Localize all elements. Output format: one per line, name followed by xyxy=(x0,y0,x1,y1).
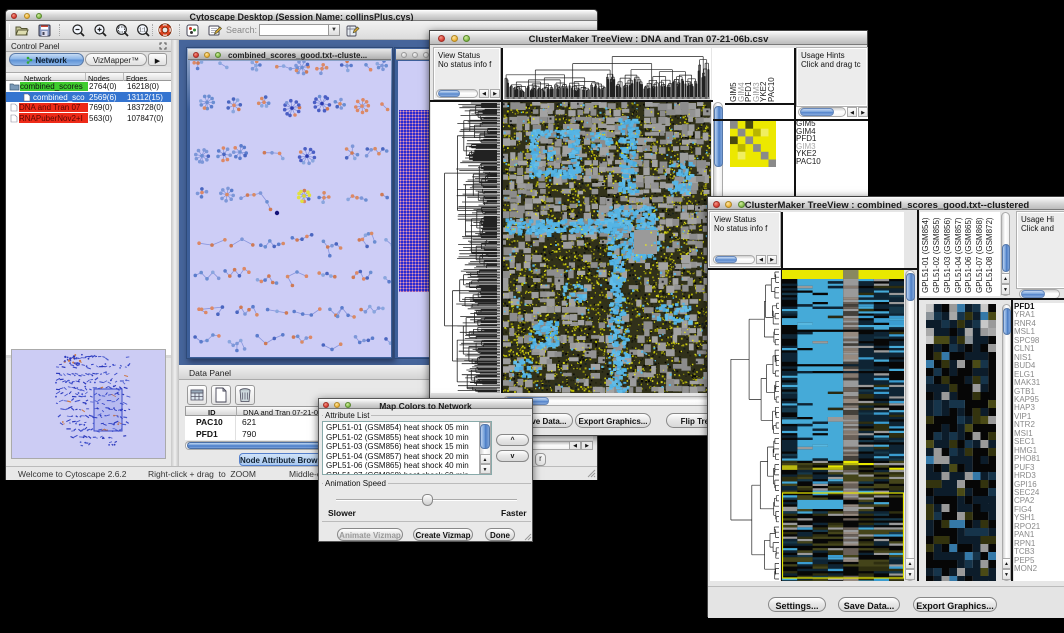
svg-text:1:1: 1:1 xyxy=(139,28,146,34)
